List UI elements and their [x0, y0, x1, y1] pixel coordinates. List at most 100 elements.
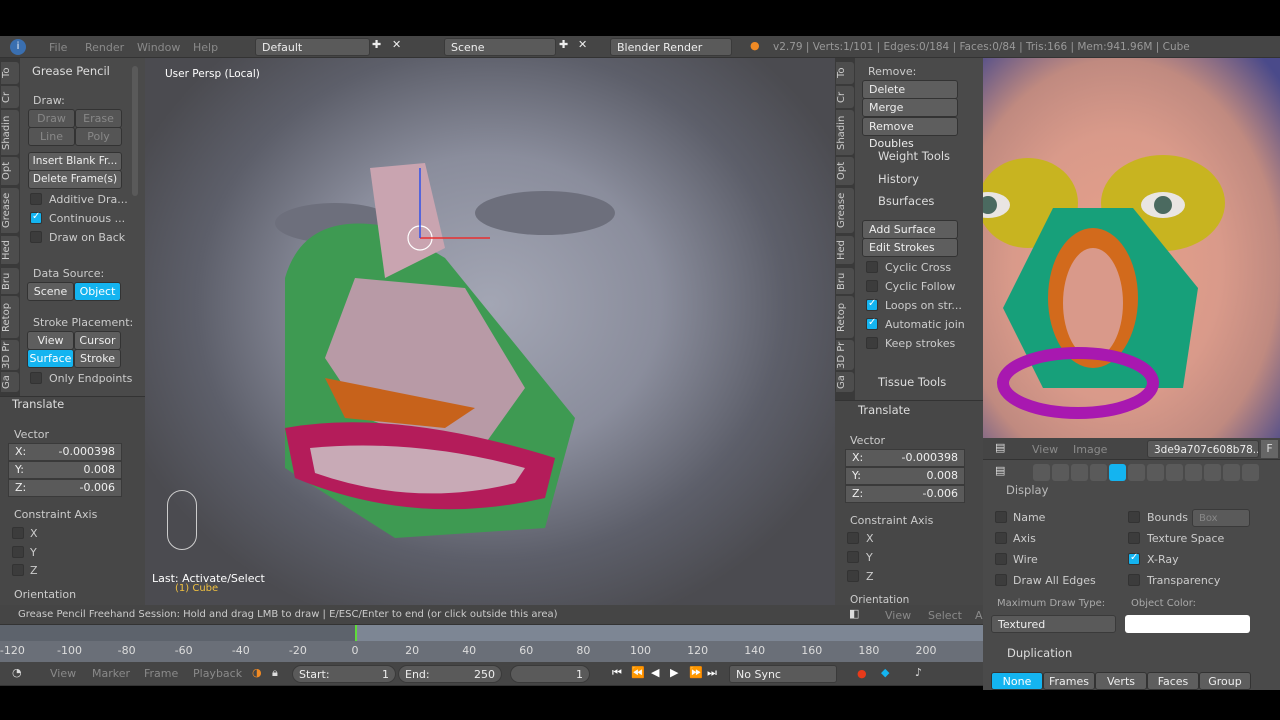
- record-icon[interactable]: ●: [857, 667, 867, 680]
- delete-frames-button[interactable]: Delete Frame(s): [28, 170, 122, 189]
- add-surface-button[interactable]: Add Surface: [862, 220, 958, 239]
- delete-select[interactable]: Delete: [862, 80, 958, 99]
- constraint-z-right[interactable]: [847, 570, 859, 582]
- placement-view[interactable]: View: [27, 331, 74, 350]
- tool-tab[interactable]: Ga: [1, 372, 19, 392]
- object-color-swatch[interactable]: [1125, 615, 1250, 633]
- tool-tab[interactable]: Hed: [836, 236, 854, 264]
- tool-tab[interactable]: Grease: [836, 188, 854, 233]
- tool-tab[interactable]: To: [1, 62, 19, 84]
- duplication-option[interactable]: None: [991, 672, 1043, 690]
- keying-icon[interactable]: ◑: [252, 666, 262, 679]
- translate-title-left[interactable]: Translate: [12, 397, 64, 411]
- vector-x-right[interactable]: X: -0.000398: [845, 449, 965, 467]
- loops-checkbox[interactable]: [866, 298, 878, 311]
- add-screen-icon[interactable]: ✚: [372, 38, 381, 51]
- tool-tab[interactable]: Shadin: [836, 110, 854, 155]
- menu-view[interactable]: View: [885, 609, 911, 622]
- merge-select[interactable]: Merge: [862, 98, 958, 117]
- line-button[interactable]: Line: [28, 127, 75, 146]
- draw-on-back-checkbox[interactable]: [30, 231, 42, 243]
- remove-screen-icon[interactable]: ✕: [392, 38, 401, 51]
- vector-z-right[interactable]: Z: -0.006: [845, 485, 965, 503]
- menu-frame[interactable]: Frame: [144, 667, 178, 680]
- cyclic-follow-checkbox[interactable]: [866, 280, 878, 292]
- remove-scene-icon[interactable]: ✕: [578, 38, 587, 51]
- screen-layout-select[interactable]: Default: [255, 38, 370, 56]
- transparency-checkbox[interactable]: [1128, 574, 1140, 586]
- wire-checkbox[interactable]: [995, 553, 1007, 565]
- draw-button[interactable]: Draw: [28, 109, 75, 128]
- duplication-option[interactable]: Frames: [1043, 672, 1095, 690]
- cyclic-cross-checkbox[interactable]: [866, 261, 878, 273]
- history-panel[interactable]: History: [878, 172, 919, 186]
- continuous-checkbox[interactable]: [30, 211, 42, 224]
- tool-tab[interactable]: Hed: [1, 236, 19, 264]
- duplication-option[interactable]: Faces: [1147, 672, 1199, 690]
- vector-x-left[interactable]: X: -0.000398: [8, 443, 122, 461]
- menu-help[interactable]: Help: [193, 41, 218, 54]
- bounds-checkbox[interactable]: [1128, 511, 1140, 523]
- keep-strokes-checkbox[interactable]: [866, 337, 878, 349]
- play-reverse-icon[interactable]: ◀: [651, 666, 659, 679]
- tool-tab[interactable]: Bru: [1, 268, 19, 294]
- texture-tab-icon[interactable]: [1204, 464, 1221, 481]
- data-source-scene[interactable]: Scene: [27, 282, 74, 301]
- tool-tab[interactable]: Retop: [836, 296, 854, 338]
- tool-tab[interactable]: To: [836, 62, 854, 84]
- texture-space-checkbox[interactable]: [1128, 532, 1140, 544]
- tool-tab[interactable]: Opt: [1, 157, 19, 185]
- duplication-option[interactable]: Group: [1199, 672, 1251, 690]
- render-layers-tab-icon[interactable]: [1052, 464, 1069, 481]
- only-endpoints-checkbox[interactable]: [30, 372, 42, 384]
- image-name-field[interactable]: 3de9a707c608b78...: [1147, 440, 1259, 458]
- remove-doubles-button[interactable]: Remove Doubles: [862, 117, 958, 150]
- add-scene-icon[interactable]: ✚: [559, 38, 568, 51]
- timeline[interactable]: [0, 625, 983, 662]
- axis-checkbox[interactable]: [995, 532, 1007, 544]
- draw-type-select[interactable]: Textured: [991, 615, 1116, 633]
- name-checkbox[interactable]: [995, 511, 1007, 523]
- tool-tab[interactable]: 3D Pr: [1, 340, 19, 370]
- placement-stroke[interactable]: Stroke: [74, 349, 121, 368]
- data-source-object[interactable]: Object: [74, 282, 121, 301]
- jump-end-icon[interactable]: ⏭: [707, 666, 717, 680]
- tool-tab[interactable]: Opt: [836, 157, 854, 185]
- image-editor[interactable]: [983, 58, 1280, 438]
- editor-type-icon[interactable]: ▤: [995, 441, 1005, 454]
- prev-keyframe-icon[interactable]: ⏪: [631, 666, 645, 679]
- tool-shelf-scrollbar[interactable]: [132, 66, 138, 196]
- sync-select[interactable]: No Sync: [729, 665, 837, 683]
- automatic-join-checkbox[interactable]: [866, 317, 878, 330]
- play-icon[interactable]: ▶: [670, 666, 678, 679]
- placement-surface[interactable]: Surface: [27, 349, 74, 368]
- erase-button[interactable]: Erase: [75, 109, 122, 128]
- constraints-tab-icon[interactable]: [1128, 464, 1145, 481]
- duplication-panel-title[interactable]: Duplication: [1007, 646, 1072, 660]
- bounds-type-select[interactable]: Box: [1192, 509, 1250, 527]
- jump-start-icon[interactable]: ⏮: [612, 666, 622, 680]
- editor-type-icon[interactable]: ▤: [995, 464, 1005, 477]
- constraint-y-right[interactable]: [847, 551, 859, 563]
- tool-tab[interactable]: Grease: [1, 188, 19, 233]
- modifiers-tab-icon[interactable]: [1147, 464, 1164, 481]
- bsurfaces-panel[interactable]: Bsurfaces: [878, 194, 934, 208]
- tool-tab[interactable]: Ga: [836, 372, 854, 392]
- mode-icon[interactable]: ◧: [849, 607, 859, 620]
- render-engine-select[interactable]: Blender Render: [610, 38, 732, 56]
- grease-pencil-panel-title[interactable]: Grease Pencil: [32, 64, 110, 78]
- tissue-tools-panel[interactable]: Tissue Tools: [878, 375, 946, 389]
- poly-button[interactable]: Poly: [75, 127, 122, 146]
- 3d-viewport[interactable]: User Persp (Local) Last: Activate/Select…: [145, 58, 835, 605]
- menu-playback[interactable]: Playback: [193, 667, 242, 680]
- world-tab-icon[interactable]: [1090, 464, 1107, 481]
- menu-add[interactable]: A: [975, 609, 983, 622]
- tool-tab[interactable]: Cr: [836, 86, 854, 108]
- lock-icon[interactable]: 🔒︎: [272, 666, 278, 680]
- menu-view[interactable]: View: [1032, 443, 1058, 456]
- keying-set-icon[interactable]: ♪: [915, 666, 922, 679]
- placement-cursor[interactable]: Cursor: [74, 331, 121, 350]
- tool-tab[interactable]: Retop: [1, 296, 19, 338]
- vector-y-right[interactable]: Y: 0.008: [845, 467, 965, 485]
- menu-file[interactable]: File: [49, 41, 67, 54]
